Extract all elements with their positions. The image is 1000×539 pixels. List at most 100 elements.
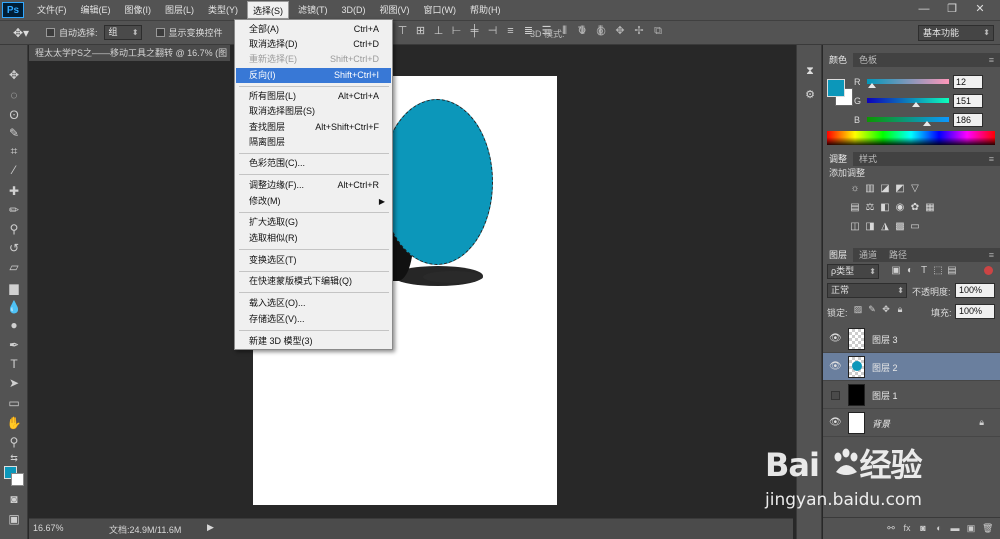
menu-image[interactable]: 图像(I): [120, 1, 157, 19]
clone-stamp-tool-icon[interactable]: ⚲: [4, 221, 24, 238]
menu-file[interactable]: 文件(F): [32, 1, 72, 19]
screen-mode-icon[interactable]: ▣: [4, 511, 24, 528]
select-menu-item[interactable]: 选取相似(R): [236, 231, 391, 246]
menu-3d[interactable]: 3D(D): [337, 1, 371, 19]
threshold-icon[interactable]: ◮: [879, 221, 891, 233]
select-menu-item[interactable]: 存储选区(V)...: [236, 312, 391, 327]
black-white-icon[interactable]: ◧: [879, 202, 891, 214]
select-menu-item[interactable]: 取消选择(D) Ctrl+D: [236, 37, 391, 52]
hidden-visibility-box[interactable]: [831, 391, 840, 400]
menu-edit[interactable]: 编辑(E): [76, 1, 116, 19]
layer-row[interactable]: 👁︎ 背景 🔒︎: [823, 409, 1000, 437]
move-tool-icon[interactable]: ✥: [4, 67, 24, 84]
select-menu-item[interactable]: 隔离图层: [236, 135, 391, 150]
select-menu-item[interactable]: 所有图层(L) Alt+Ctrl+A: [236, 89, 391, 104]
minimize-button[interactable]: —: [910, 2, 938, 17]
menu-filter[interactable]: 滤镜(T): [293, 1, 333, 19]
filter-pixel-icon[interactable]: ▣: [891, 265, 901, 277]
document-tab[interactable]: 程太太学PS之——移动工具之翻转 @ 16.7% (图: [29, 45, 230, 61]
marquee-tool-icon[interactable]: ◌: [4, 87, 24, 104]
select-menu-item[interactable]: 反向(I) Shift+Ctrl+I: [236, 68, 391, 83]
document-canvas-area[interactable]: [29, 61, 793, 518]
add-mask-icon[interactable]: ◙: [918, 522, 928, 534]
filter-shape-icon[interactable]: ⬚: [933, 265, 943, 277]
select-menu-item[interactable]: 取消选择图层(S): [236, 104, 391, 119]
status-menu-arrow[interactable]: ▶: [207, 522, 214, 533]
lock-image-icon[interactable]: ✎: [867, 304, 877, 316]
zoom-tool-icon[interactable]: ⚲: [4, 434, 24, 451]
channel-mixer-icon[interactable]: ✿: [909, 202, 921, 214]
quick-mask-icon[interactable]: ◙: [4, 491, 24, 508]
type-tool-icon[interactable]: T: [4, 356, 24, 373]
lasso-tool-icon[interactable]: ʘ: [4, 107, 24, 124]
blue-slider-track[interactable]: [867, 117, 949, 122]
select-menu-item[interactable]: 变换选区(T): [236, 253, 391, 268]
select-menu-item[interactable]: 全部(A) Ctrl+A: [236, 22, 391, 37]
distribute-top-icon[interactable]: ≡: [504, 25, 517, 38]
red-value-input[interactable]: 12: [953, 75, 983, 89]
lock-all-icon[interactable]: 🔒︎: [895, 304, 905, 316]
delete-layer-icon[interactable]: 🗑︎: [982, 522, 993, 534]
gradient-map-icon[interactable]: ▭: [909, 221, 921, 233]
pen-tool-icon[interactable]: ✒: [4, 337, 24, 354]
layer-row[interactable]: 图层 1: [823, 381, 1000, 409]
levels-icon[interactable]: ▥: [864, 183, 876, 195]
align-bottom-icon[interactable]: ⊥: [432, 25, 445, 38]
select-menu-item[interactable]: 在快速蒙版模式下编辑(Q): [236, 274, 391, 289]
auto-select-checkbox[interactable]: [46, 28, 55, 37]
zoom-level[interactable]: 16.67%: [33, 523, 73, 536]
menu-view[interactable]: 视图(V): [375, 1, 415, 19]
select-menu-item[interactable]: 载入选区(O)...: [236, 296, 391, 311]
tab-styles[interactable]: 样式: [853, 152, 883, 166]
hue-saturation-icon[interactable]: ▤: [849, 202, 861, 214]
blend-mode-dropdown[interactable]: 正常: [827, 283, 907, 298]
layer-row[interactable]: 👁︎ 图层 3: [823, 325, 1000, 353]
tab-paths[interactable]: 路径: [883, 248, 913, 262]
properties-panel-icon[interactable]: ⚙: [802, 87, 818, 103]
3d-slide-icon[interactable]: ✢: [632, 25, 646, 38]
filter-smart-icon[interactable]: ▤: [947, 265, 957, 277]
new-adjustment-layer-icon[interactable]: ◐: [934, 522, 944, 534]
3d-rotate-icon[interactable]: ↻: [575, 25, 589, 38]
menu-window[interactable]: 窗口(W): [419, 1, 462, 19]
history-brush-tool-icon[interactable]: ↺: [4, 240, 24, 257]
align-vcenter-icon[interactable]: ⊞: [414, 25, 427, 38]
adjustments-panel-menu-icon[interactable]: ≡: [989, 152, 994, 166]
lock-transparent-icon[interactable]: ▨: [853, 304, 863, 316]
color-spectrum-ramp[interactable]: [827, 131, 995, 145]
3d-pan-icon[interactable]: ✥: [613, 25, 627, 38]
blur-tool-icon[interactable]: 💧: [4, 299, 24, 316]
panel-menu-icon[interactable]: ≡: [989, 53, 994, 67]
layer-row[interactable]: 👁︎ 图层 2: [823, 353, 1000, 381]
gradient-tool-icon[interactable]: ▆: [4, 280, 24, 297]
background-color-swatch[interactable]: [11, 473, 24, 486]
history-panel-icon[interactable]: ⧗: [802, 63, 818, 79]
brightness-contrast-icon[interactable]: ☼: [849, 183, 861, 195]
exposure-icon[interactable]: ◩: [894, 183, 906, 195]
menu-select[interactable]: 选择(S): [247, 1, 289, 19]
select-menu-item[interactable]: 色彩范围(C)...: [236, 156, 391, 171]
show-transform-checkbox[interactable]: [155, 28, 165, 37]
green-slider-thumb[interactable]: [912, 102, 920, 107]
maximize-button[interactable]: ❐: [938, 2, 966, 17]
photo-filter-icon[interactable]: ◉: [894, 202, 906, 214]
fill-input[interactable]: 100%: [955, 304, 995, 319]
filter-type-icon[interactable]: T: [919, 265, 929, 277]
3d-roll-icon[interactable]: ◎: [594, 25, 608, 38]
tab-layers[interactable]: 图层: [823, 248, 854, 262]
healing-brush-tool-icon[interactable]: ✚: [4, 183, 24, 200]
close-button[interactable]: ✕: [966, 2, 994, 17]
red-slider-track[interactable]: [867, 79, 949, 84]
filter-adjustment-icon[interactable]: ◐: [905, 265, 915, 277]
align-right-icon[interactable]: ⊣: [486, 25, 499, 38]
selective-color-icon[interactable]: ▩: [894, 221, 906, 233]
auto-select-dropdown[interactable]: 组: [103, 25, 142, 40]
dodge-tool-icon[interactable]: ●: [4, 317, 24, 334]
move-tool-preset-icon[interactable]: ✥▾: [4, 24, 38, 42]
curves-icon[interactable]: ◪: [879, 183, 891, 195]
lock-position-icon[interactable]: ✥: [881, 304, 891, 316]
menu-layer[interactable]: 图层(L): [160, 1, 199, 19]
blue-value-input[interactable]: 186: [953, 113, 983, 127]
tab-color[interactable]: 颜色: [823, 53, 854, 67]
color-lookup-icon[interactable]: ▦: [924, 202, 936, 214]
